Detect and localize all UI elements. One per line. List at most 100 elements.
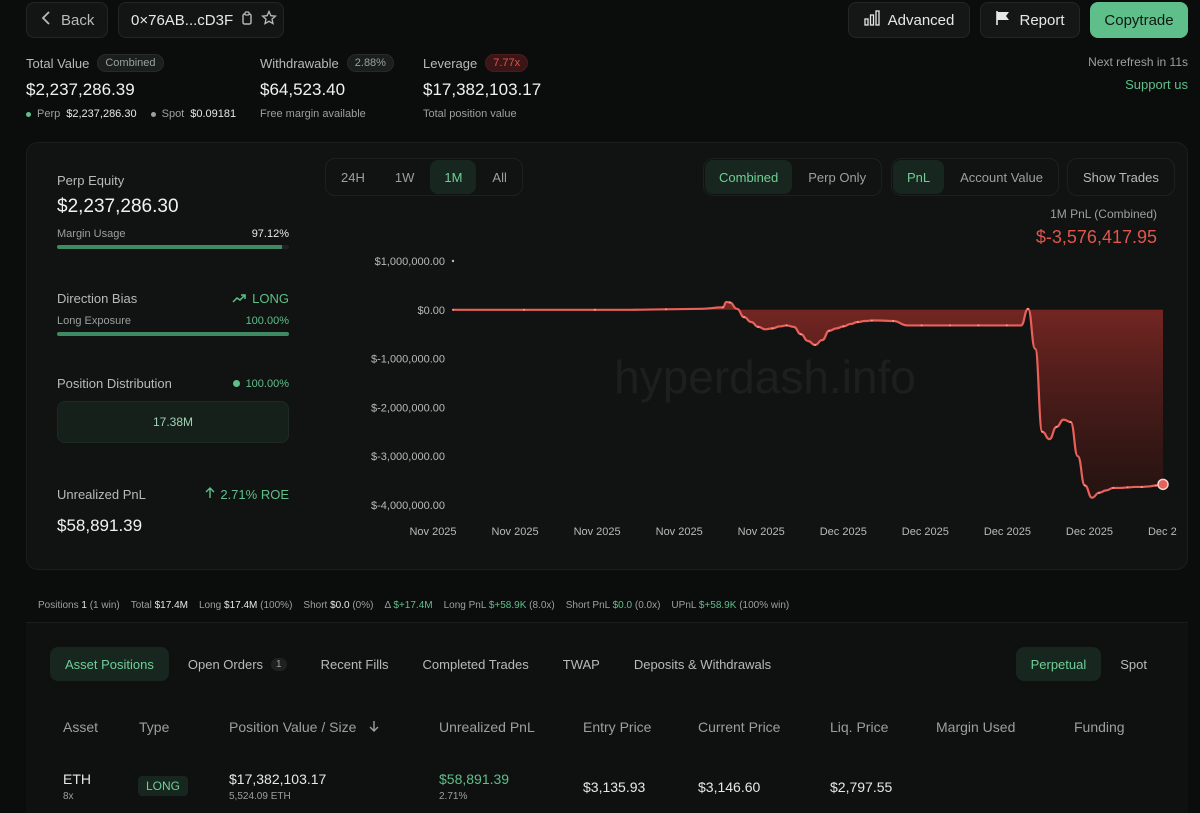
pnl-point bbox=[1027, 307, 1030, 310]
pnl-chart[interactable]: hyperdash.info $1,000,000.00 $0.00 $-1,000,… bbox=[327, 243, 1177, 553]
tab-label: TWAP bbox=[562, 656, 600, 672]
table-row[interactable]: ETH 8x LONG $17,382,103.17 5,524.09 ETH … bbox=[26, 771, 1188, 811]
tab-label: Asset Positions bbox=[65, 656, 154, 672]
row-entry-price: $3,135.93 bbox=[583, 779, 646, 795]
pnl-point bbox=[452, 308, 454, 311]
refresh-timer: Next refresh in 11s bbox=[1088, 55, 1188, 69]
top-bar: Back 0×76AB...cD3F Advanced Report Copyt… bbox=[0, 0, 1200, 42]
copy-icon[interactable] bbox=[241, 11, 253, 29]
y-tick-label: $-2,000,000.00 bbox=[371, 402, 445, 414]
pnl-point bbox=[1098, 491, 1101, 494]
mode-tab-combined[interactable]: Combined bbox=[705, 160, 793, 194]
position-distribution-value: 100.00% bbox=[245, 377, 289, 390]
tab-perpetual[interactable]: Perpetual bbox=[1015, 647, 1102, 681]
y-tick-label: $-4,000,000.00 bbox=[371, 500, 445, 512]
stat-shortpnl-label: Short PnL bbox=[565, 600, 610, 611]
stat-shortpnl-note: (0.0x) bbox=[634, 600, 661, 611]
metric-tab-account-value[interactable]: Account Value bbox=[946, 160, 1057, 194]
copytrade-button[interactable]: Copytrade bbox=[1090, 2, 1188, 38]
col-asset[interactable]: Asset bbox=[63, 719, 98, 735]
col-unrealized-pnl[interactable]: Unrealized PnL bbox=[439, 719, 535, 735]
stat-delta-value: $+17.4M bbox=[393, 600, 433, 611]
stat-short-label: Short bbox=[303, 600, 328, 611]
pnl-point bbox=[949, 324, 951, 327]
mode-tab-perp-only[interactable]: Perp Only bbox=[794, 160, 880, 194]
wallet-address: 0×76AB...cD3F bbox=[118, 2, 284, 38]
stat-short-note: (0%) bbox=[352, 600, 374, 611]
withdrawable-value: $64,523.40 bbox=[260, 80, 346, 99]
stat-shortpnl-value: $0.0 bbox=[612, 600, 633, 611]
back-label: Back bbox=[61, 11, 95, 29]
open-orders-badge: 1 bbox=[271, 657, 287, 671]
row-position-value: $17,382,103.17 bbox=[229, 771, 327, 787]
row-position-size: 5,524.09 ETH bbox=[229, 791, 291, 802]
row-leverage: 8x bbox=[63, 791, 74, 802]
position-distribution-label: Position Distribution bbox=[57, 376, 172, 391]
show-trades-group: Show Trades bbox=[1067, 158, 1175, 196]
advanced-button[interactable]: Advanced bbox=[848, 2, 970, 38]
x-tick-label: Nov 2025 bbox=[409, 526, 456, 538]
leverage-value: $17,382,103.17 bbox=[423, 80, 542, 99]
pnl-point bbox=[523, 308, 525, 311]
pnl-point bbox=[892, 320, 895, 323]
range-tab-1m[interactable]: 1M bbox=[430, 160, 477, 194]
market-tabs: Perpetual Spot bbox=[1015, 647, 1162, 681]
pnl-point bbox=[799, 333, 802, 336]
show-trades-button[interactable]: Show Trades bbox=[1069, 160, 1173, 194]
x-tick-label: Nov 2025 bbox=[738, 526, 785, 538]
col-type[interactable]: Type bbox=[139, 719, 169, 735]
col-current-price[interactable]: Current Price bbox=[698, 719, 780, 735]
distribution-box[interactable]: 17.38M bbox=[57, 401, 289, 443]
x-tick-label: Dec 2025 bbox=[902, 526, 949, 538]
back-button[interactable]: Back bbox=[26, 2, 108, 38]
tab-spot[interactable]: Spot bbox=[1105, 647, 1162, 681]
col-position-value-size[interactable]: Position Value / Size bbox=[229, 719, 356, 735]
tab-twap[interactable]: TWAP bbox=[548, 647, 615, 681]
positions-tabs: Asset Positions Open Orders 1 Recent Fills C… bbox=[50, 647, 786, 681]
report-button[interactable]: Report bbox=[980, 2, 1080, 38]
long-exposure-label: Long Exposure bbox=[57, 315, 131, 327]
tab-open-orders[interactable]: Open Orders 1 bbox=[173, 647, 302, 681]
tab-completed-trades[interactable]: Completed Trades bbox=[408, 647, 544, 681]
row-asset[interactable]: ETH bbox=[63, 771, 91, 787]
leverage-sub: Total position value bbox=[423, 108, 517, 120]
y-top-dot bbox=[451, 259, 455, 263]
row-upnl: $58,891.39 bbox=[439, 771, 510, 787]
stat-upnl-value: $+58.9K bbox=[698, 600, 737, 611]
support-link[interactable]: Support us bbox=[1088, 77, 1188, 92]
range-tab-24h[interactable]: 24H bbox=[327, 160, 379, 194]
range-tab-all[interactable]: All bbox=[478, 160, 520, 194]
stat-upnl-label: UPnL bbox=[671, 600, 697, 611]
withdrawable-pill: 2.88% bbox=[346, 54, 394, 72]
x-tick-label: Nov 2025 bbox=[656, 526, 703, 538]
tab-recent-fills[interactable]: Recent Fills bbox=[306, 647, 404, 681]
col-margin-used[interactable]: Margin Used bbox=[936, 719, 1015, 735]
overview-panel: Perp Equity $2,237,286.30 Margin Usage 9… bbox=[26, 142, 1188, 570]
range-tab-1w[interactable]: 1W bbox=[381, 160, 429, 194]
x-tick-label: Nov 2025 bbox=[574, 526, 621, 538]
withdrawable-label: Withdrawable bbox=[260, 55, 339, 71]
chart-watermark: hyperdash.info bbox=[614, 351, 916, 403]
x-tick-label: Dec 2025 bbox=[820, 526, 867, 538]
perp-equity-value: $2,237,286.30 bbox=[57, 196, 179, 217]
tab-asset-positions[interactable]: Asset Positions bbox=[50, 647, 169, 681]
pnl-point bbox=[1041, 430, 1044, 433]
mode-selector: Combined Perp Only bbox=[703, 158, 883, 196]
col-entry-price[interactable]: Entry Price bbox=[583, 719, 651, 735]
tab-deposits-withdrawals[interactable]: Deposits & Withdrawals bbox=[619, 647, 786, 681]
col-funding[interactable]: Funding bbox=[1074, 719, 1125, 735]
advanced-label: Advanced bbox=[887, 11, 955, 29]
row-type-badge: LONG bbox=[138, 776, 189, 796]
col-liq-price[interactable]: Liq. Price bbox=[830, 719, 888, 735]
stat-positions-label: Positions bbox=[38, 600, 79, 611]
star-icon[interactable] bbox=[261, 9, 278, 30]
stat-short-value: $0.0 bbox=[330, 600, 350, 611]
pnl-point bbox=[842, 325, 845, 328]
stat-longpnl-value: $+58.9K bbox=[488, 600, 527, 611]
x-tick-label: Nov 2025 bbox=[492, 526, 539, 538]
pnl-point bbox=[721, 306, 724, 309]
metric-tab-pnl[interactable]: PnL bbox=[893, 160, 945, 194]
sort-down-icon[interactable] bbox=[369, 719, 379, 735]
spot-dot-icon bbox=[150, 111, 156, 117]
pnl-point bbox=[1055, 425, 1058, 428]
